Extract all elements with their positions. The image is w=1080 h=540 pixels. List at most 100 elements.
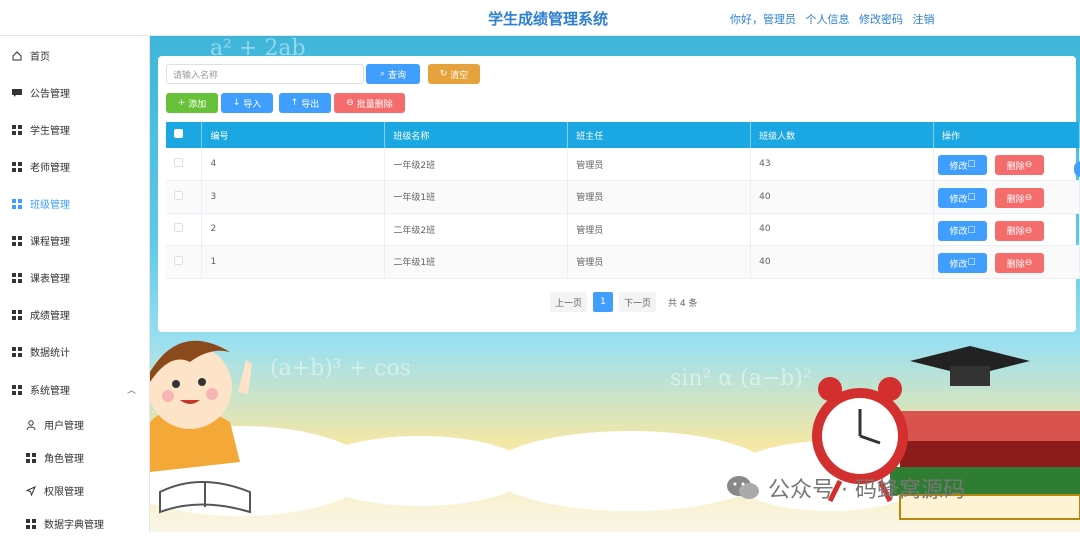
plus-icon: + — [177, 98, 186, 108]
row-checkbox[interactable] — [174, 255, 183, 265]
sidebar-subitem-permissions[interactable]: 权限管理 — [0, 474, 150, 507]
delete-button[interactable]: 删除 ⊖ — [995, 220, 1045, 241]
row-checkbox[interactable] — [174, 190, 183, 200]
app-title: 学生成绩管理系统 — [488, 10, 609, 28]
delete-button[interactable]: 删除 ⊖ — [995, 188, 1045, 208]
circle-minus-icon: ⊖ — [1024, 160, 1033, 170]
refresh-icon: ↻ — [439, 69, 448, 79]
sidebar-item-home[interactable]: 首页 — [0, 37, 150, 74]
row-checkbox[interactable] — [174, 158, 183, 167]
class-management-card: 请输入名称 ⌕ 查询 ↻ 清空 + 添加 ↓ 导入 ↑ 导出 ⊖ 批量删除 编号… — [158, 56, 1080, 332]
sidebar-item-students[interactable]: 学生管理 — [0, 111, 150, 148]
export-button[interactable]: ↑ 导出 — [279, 93, 331, 113]
delete-button[interactable]: 删除 ⊖ — [995, 155, 1045, 175]
table-row: 2 二年级2班 管理员 40 修改 ☐ 删除 ⊖ — [166, 213, 1080, 246]
row-checkbox[interactable] — [174, 223, 183, 233]
sidebar-item-system[interactable]: 系统管理 ︿ — [0, 371, 150, 408]
sidebar-item-teachers[interactable]: 老师管理 — [0, 148, 150, 185]
grid-icon — [12, 198, 22, 209]
sidebar-item-label: 角色管理 — [44, 454, 84, 465]
top-header: 学生成绩管理系统 你好，管理员 个人信息 修改密码 注销 — [0, 0, 1080, 36]
grid-icon — [26, 518, 36, 529]
delete-button[interactable]: 删除 ⊖ — [995, 253, 1045, 273]
page-number-button[interactable]: 1 — [593, 292, 614, 312]
sidebar-item-grades[interactable]: 成绩管理 — [0, 296, 150, 333]
cell-id: 2 — [201, 213, 386, 246]
sidebar: 首页 公告管理 学生管理 老师管理 班级管理 课程管理 课表管理 成绩管理 数据… — [0, 36, 150, 532]
user-icon — [26, 419, 36, 430]
sidebar-item-timetable[interactable]: 课表管理 — [0, 259, 150, 296]
edit-icon: ☐ — [967, 225, 976, 236]
sidebar-subitem-dictionary[interactable]: 数据字典管理 — [0, 507, 150, 540]
sidebar-item-label: 公告管理 — [30, 89, 70, 100]
sidebar-item-label: 学生管理 — [30, 126, 70, 137]
sidebar-item-label: 成绩管理 — [30, 311, 70, 322]
sidebar-subitem-roles[interactable]: 角色管理 — [0, 441, 150, 474]
change-password-link[interactable]: 修改密码 — [859, 13, 903, 26]
grid-icon — [12, 272, 22, 283]
send-icon — [25, 485, 36, 496]
sidebar-item-announcements[interactable]: 公告管理 — [0, 74, 150, 111]
reset-button[interactable]: ↻ 清空 — [428, 64, 480, 84]
select-all-cell — [166, 122, 203, 148]
export-button-label: 导出 — [301, 99, 320, 110]
cell-student-count: 43 — [750, 148, 935, 181]
edit-button-label: 修改 — [949, 227, 968, 237]
column-header: 班主任 — [567, 122, 752, 148]
circle-minus-icon: ⊖ — [346, 98, 354, 108]
cell-student-count: 40 — [750, 180, 935, 214]
edit-button[interactable]: 修改 ☐ — [938, 188, 988, 208]
cell-actions: 修改 ☐ 删除 ⊖ — [933, 180, 1080, 214]
grid-icon — [12, 161, 22, 172]
query-button-label: 查询 — [388, 70, 407, 81]
prev-page-button[interactable]: 上一页 — [550, 292, 588, 312]
sidebar-item-statistics[interactable]: 数据统计 — [0, 333, 150, 370]
cell-teacher: 管理员 — [567, 245, 752, 279]
table-row: 1 二年级1班 管理员 40 修改 ☐ 删除 ⊖ — [166, 245, 1080, 279]
next-page-button[interactable]: 下一页 — [619, 292, 657, 312]
search-input[interactable]: 请输入名称 — [166, 64, 364, 84]
user-menu: 你好，管理员 个人信息 修改密码 注销 — [730, 11, 941, 27]
sidebar-item-courses[interactable]: 课程管理 — [0, 222, 150, 259]
apps-icon — [12, 384, 22, 395]
column-header: 班级名称 — [384, 122, 569, 148]
select-all-checkbox[interactable] — [174, 129, 183, 138]
cell-class-name: 一年级1班 — [384, 180, 569, 214]
cell-id: 4 — [201, 148, 386, 181]
floating-action-button[interactable] — [1074, 161, 1080, 177]
grid-icon — [26, 452, 36, 463]
sidebar-item-label: 数据字典管理 — [44, 520, 104, 531]
sidebar-item-classes[interactable]: 班级管理 — [0, 185, 150, 222]
grid-icon — [12, 235, 22, 246]
edit-button-label: 修改 — [949, 161, 968, 172]
cell-actions: 修改 ☐ 删除 ⊖ — [933, 245, 1080, 279]
table-header-row: 编号 班级名称 班主任 班级人数 操作 — [166, 122, 1080, 148]
edit-button[interactable]: 修改 ☐ — [938, 155, 988, 175]
batch-delete-button-label: 批量删除 — [356, 99, 393, 110]
cell-id: 3 — [201, 180, 386, 214]
watermark-text: 公众号 · 码蜂窝源码 — [768, 478, 965, 503]
query-button[interactable]: ⌕ 查询 — [366, 64, 420, 84]
logout-link[interactable]: 注销 — [913, 13, 935, 26]
cell-teacher: 管理员 — [567, 148, 752, 181]
arrow-up-icon: ↑ — [290, 98, 299, 108]
circle-minus-icon: ⊖ — [1024, 258, 1033, 268]
comment-icon — [12, 88, 22, 98]
import-button[interactable]: ↓ 导入 — [221, 93, 273, 113]
sidebar-subitem-users[interactable]: 用户管理 — [0, 408, 150, 441]
sidebar-item-label: 首页 — [30, 52, 50, 63]
cell-actions: 修改 ☐ 删除 ⊖ — [933, 213, 1080, 246]
delete-button-label: 删除 — [1006, 161, 1025, 172]
edit-button[interactable]: 修改 ☐ — [938, 220, 988, 241]
delete-button-label: 删除 — [1006, 227, 1025, 237]
sidebar-item-label: 课表管理 — [30, 274, 70, 285]
import-button-label: 导入 — [243, 99, 262, 110]
reset-button-label: 清空 — [450, 70, 469, 81]
search-icon: ⌕ — [379, 69, 386, 79]
batch-delete-button[interactable]: ⊖ 批量删除 — [334, 93, 405, 113]
chevron-up-icon: ︿ — [126, 386, 136, 396]
sidebar-item-label: 用户管理 — [44, 421, 84, 432]
edit-button[interactable]: 修改 ☐ — [938, 253, 988, 273]
profile-link[interactable]: 个人信息 — [806, 13, 850, 26]
add-button[interactable]: + 添加 — [166, 93, 218, 113]
